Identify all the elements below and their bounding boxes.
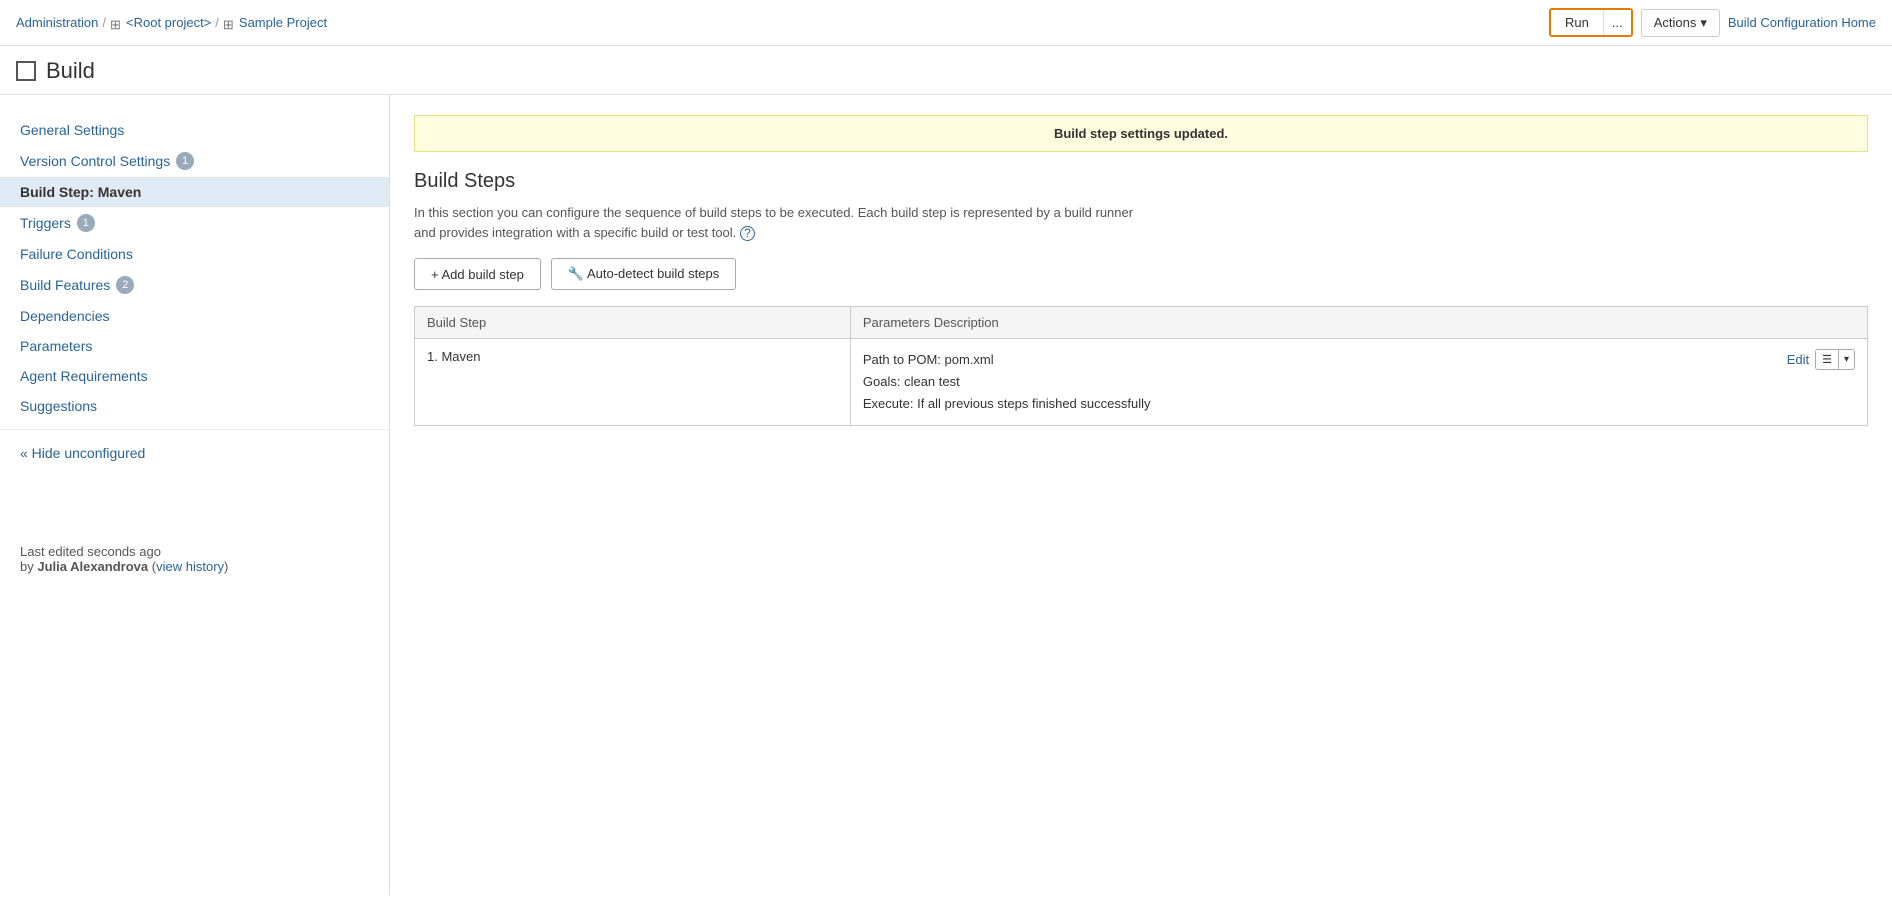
more-button-caret-icon[interactable]: ▾ — [1839, 351, 1854, 368]
page-title: Build — [46, 58, 95, 84]
sidebar-item-parameters[interactable]: Parameters — [0, 331, 389, 361]
sidebar-item-failure-conditions[interactable]: Failure Conditions — [0, 239, 389, 269]
sidebar-failure-conditions-label: Failure Conditions — [20, 246, 133, 262]
sidebar-build-features-badge: 2 — [116, 276, 134, 294]
sidebar-agent-requirements-label: Agent Requirements — [20, 368, 148, 384]
sidebar-item-version-control-settings[interactable]: Version Control Settings 1 — [0, 145, 389, 177]
main-content: Build step settings updated. Build Steps… — [390, 95, 1892, 895]
sidebar-triggers-label: Triggers — [20, 215, 71, 231]
section-title: Build Steps — [414, 170, 1868, 193]
top-bar: Administration / <Root project> / Sample… — [0, 0, 1892, 46]
build-icon — [16, 61, 36, 81]
table-col1-header: Build Step — [415, 307, 851, 339]
description-line2: and provides integration with a specific… — [414, 225, 736, 240]
top-bar-right: Run ... Actions ▾ Build Configuration Ho… — [1549, 8, 1876, 37]
sidebar-item-suggestions[interactable]: Suggestions — [0, 391, 389, 421]
actions-caret-icon: ▾ — [1700, 15, 1707, 31]
last-edited-time: seconds ago — [87, 544, 161, 559]
sidebar-parameters-label: Parameters — [20, 338, 92, 354]
build-configuration-home-link[interactable]: Build Configuration Home — [1728, 15, 1876, 30]
add-build-step-button[interactable]: + Add build step — [414, 258, 541, 290]
params-actions: Edit ☰ ▾ — [1787, 349, 1855, 370]
sidebar-item-dependencies[interactable]: Dependencies — [0, 301, 389, 331]
path-to-pom: Path to POM: pom.xml — [863, 349, 1151, 371]
sidebar-build-features-label: Build Features — [20, 277, 110, 293]
add-build-step-label: + Add build step — [431, 267, 524, 282]
breadcrumb-sample-project[interactable]: Sample Project — [239, 15, 327, 30]
sidebar-item-general-settings[interactable]: General Settings — [0, 115, 389, 145]
sidebar-item-triggers[interactable]: Triggers 1 — [0, 207, 389, 239]
breadcrumb-root-project[interactable]: <Root project> — [126, 15, 211, 30]
sidebar-item-build-step-maven[interactable]: Build Step: Maven — [0, 177, 389, 207]
sidebar-divider — [0, 429, 389, 430]
sample-project-grid-icon — [223, 17, 235, 29]
view-history-link[interactable]: view history — [156, 559, 224, 574]
sidebar-suggestions-label: Suggestions — [20, 398, 97, 414]
table-col2-header: Parameters Description — [850, 307, 1867, 339]
run-button-group: Run ... — [1549, 8, 1633, 37]
description-line1: In this section you can configure the se… — [414, 205, 1133, 220]
help-link[interactable]: ? — [740, 226, 755, 241]
execute: Execute: If all previous steps finished … — [863, 393, 1151, 415]
sidebar-hide-unconfigured[interactable]: « Hide unconfigured — [0, 438, 389, 468]
auto-detect-label: 🔧 Auto-detect build steps — [568, 266, 719, 282]
sidebar-footer: Last edited seconds ago by Julia Alexand… — [0, 528, 389, 590]
last-edited-label: Last edited — [20, 544, 84, 559]
editor-by: by — [20, 559, 37, 574]
table-step-cell: 1. Maven — [415, 339, 851, 426]
run-button[interactable]: Run — [1551, 10, 1604, 35]
run-dropdown-button[interactable]: ... — [1604, 10, 1631, 35]
params-cell-content: Path to POM: pom.xml Goals: clean test E… — [863, 349, 1855, 415]
sidebar-item-agent-requirements[interactable]: Agent Requirements — [0, 361, 389, 391]
actions-label: Actions — [1654, 15, 1697, 30]
table-params-cell: Path to POM: pom.xml Goals: clean test E… — [850, 339, 1867, 426]
sidebar-triggers-badge: 1 — [77, 214, 95, 232]
breadcrumb: Administration / <Root project> / Sample… — [16, 15, 327, 30]
breadcrumb-sep1: / — [102, 15, 106, 30]
build-steps-table: Build Step Parameters Description 1. Mav… — [414, 306, 1868, 426]
sidebar-version-control-badge: 1 — [176, 152, 194, 170]
sidebar-general-settings-label: General Settings — [20, 122, 124, 138]
step-number: 1. — [427, 349, 438, 364]
table-row: 1. Maven Path to POM: pom.xml Goals: cle… — [415, 339, 1868, 426]
sidebar-item-build-features[interactable]: Build Features 2 — [0, 269, 389, 301]
breadcrumb-administration[interactable]: Administration — [16, 15, 98, 30]
sidebar-build-step-maven-label: Build Step: Maven — [20, 184, 141, 200]
footer-paren-close: ) — [224, 559, 228, 574]
sidebar: General Settings Version Control Setting… — [0, 95, 390, 895]
breadcrumb-sep2: / — [215, 15, 219, 30]
edit-link[interactable]: Edit — [1787, 352, 1809, 367]
params-text: Path to POM: pom.xml Goals: clean test E… — [863, 349, 1151, 415]
notification-bar: Build step settings updated. — [414, 115, 1868, 152]
sidebar-version-control-label: Version Control Settings — [20, 153, 170, 169]
page-title-bar: Build — [0, 46, 1892, 95]
sidebar-dependencies-label: Dependencies — [20, 308, 110, 324]
more-button[interactable]: ☰ ▾ — [1815, 349, 1855, 370]
editor-name: Julia Alexandrova — [37, 559, 148, 574]
goals: Goals: clean test — [863, 371, 1151, 393]
step-name-label: Maven — [441, 349, 480, 364]
root-project-grid-icon — [110, 17, 122, 29]
more-button-icon[interactable]: ☰ — [1816, 350, 1839, 369]
button-bar: + Add build step 🔧 Auto-detect build ste… — [414, 258, 1868, 290]
notification-message: Build step settings updated. — [1054, 126, 1228, 141]
main-layout: General Settings Version Control Setting… — [0, 95, 1892, 895]
auto-detect-build-steps-button[interactable]: 🔧 Auto-detect build steps — [551, 258, 736, 290]
step-number-name: 1. Maven — [427, 349, 481, 364]
section-description: In this section you can configure the se… — [414, 203, 1214, 242]
actions-button[interactable]: Actions ▾ — [1641, 9, 1720, 37]
